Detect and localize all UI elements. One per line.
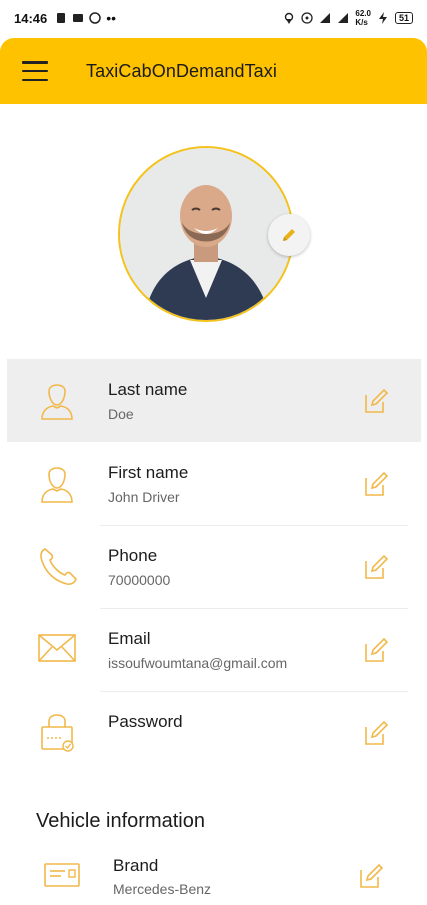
user-icon (41, 384, 73, 420)
phone-icon (40, 548, 77, 585)
field-label: Brand (113, 856, 159, 875)
edit-photo-button[interactable] (268, 214, 310, 256)
field-row-last-name[interactable]: Last name Doe (7, 359, 421, 442)
field-label: Phone (108, 546, 158, 565)
field-label: Password (108, 712, 183, 731)
field-value: 70000000 (108, 572, 171, 588)
section-title-vehicle: Vehicle information (36, 810, 205, 832)
app-bar: TaxiCabOnDemandTaxi (0, 38, 427, 104)
field-label: Email (108, 629, 151, 648)
user-icon (41, 467, 73, 503)
charging-icon (378, 12, 387, 24)
signal-2-icon (338, 13, 349, 23)
field-value: John Driver (108, 489, 180, 505)
pencil-icon (283, 229, 295, 241)
field-value: Doe (108, 406, 134, 422)
status-time: 14:46 (14, 10, 48, 26)
hamburger-menu-icon[interactable] (22, 61, 48, 81)
system-icons: 62.0 K/s 51 (283, 9, 413, 27)
status-bar: 14:46 •• 62.0 K/s 51 (0, 0, 427, 36)
whatsapp-icon (89, 12, 101, 24)
id-card-icon (44, 863, 80, 887)
field-label: Last name (108, 380, 188, 399)
field-row-password[interactable]: Password (7, 691, 421, 774)
network-speed-unit: K/s (355, 18, 368, 27)
network-speed-value: 62.0 (355, 9, 371, 18)
app-title: TaxiCabOnDemandTaxi (86, 60, 277, 81)
field-row-brand[interactable]: Brand Mercedes-Benz (7, 845, 421, 905)
profile-photo-section (118, 146, 310, 322)
envelope-icon (38, 634, 76, 662)
lock-icon (41, 714, 74, 752)
edit-icon[interactable] (362, 553, 390, 581)
edit-icon[interactable] (357, 862, 385, 890)
field-row-email[interactable]: Email issoufwoumtana@gmail.com (7, 608, 421, 691)
field-value: Mercedes-Benz (113, 881, 212, 897)
field-row-first-name[interactable]: First name John Driver (7, 442, 421, 525)
field-row-phone[interactable]: Phone 70000000 (7, 525, 421, 608)
edit-icon[interactable] (362, 719, 390, 747)
edit-icon[interactable] (362, 636, 390, 664)
hotspot-icon (301, 12, 314, 24)
profile-photo (120, 148, 292, 320)
signal-icon (320, 13, 331, 23)
location-icon (285, 12, 294, 24)
battery-icon: 51 (394, 12, 413, 24)
notification-icons: •• (55, 10, 116, 26)
field-label: First name (108, 463, 189, 482)
edit-icon[interactable] (362, 470, 390, 498)
network-speed: 62.0 K/s (355, 9, 371, 27)
mail-icon (73, 14, 84, 22)
field-value: issoufwoumtana@gmail.com (108, 655, 288, 671)
sim-icon (57, 13, 66, 23)
edit-icon[interactable] (362, 387, 390, 415)
more-notifications-icon: •• (106, 10, 117, 26)
